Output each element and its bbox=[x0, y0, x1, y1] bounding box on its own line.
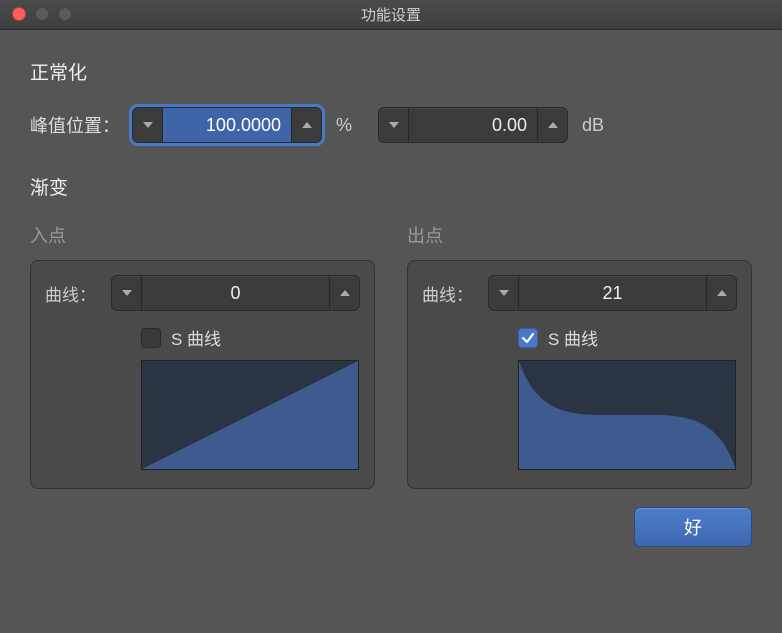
fade-out-heading: 出点 bbox=[407, 222, 752, 248]
fade-in-heading: 入点 bbox=[30, 222, 375, 248]
ok-button[interactable]: 好 bbox=[634, 507, 752, 547]
fade-out-curve-label: 曲线： bbox=[422, 281, 478, 306]
fade-out-curve-preview bbox=[518, 360, 736, 470]
fade-out-panel: 曲线： 21 bbox=[407, 260, 752, 489]
peak-row: 峰值位置： 100.0000 % 0.00 dB bbox=[30, 107, 752, 143]
close-icon[interactable] bbox=[12, 7, 26, 21]
chevron-down-icon[interactable] bbox=[489, 276, 519, 310]
fade-out-curve-stepper[interactable]: 21 bbox=[488, 275, 737, 311]
fade-in-curve-value[interactable]: 0 bbox=[142, 276, 329, 310]
db-unit: dB bbox=[580, 115, 608, 136]
fade-in-scurve-label: S 曲线 bbox=[171, 325, 221, 350]
chevron-up-icon[interactable] bbox=[706, 276, 736, 310]
peak-db-value[interactable]: 0.00 bbox=[409, 108, 537, 142]
chevron-down-icon[interactable] bbox=[112, 276, 142, 310]
window-controls bbox=[12, 7, 72, 21]
content-area: 正常化 峰值位置： 100.0000 % 0.00 bbox=[0, 30, 782, 633]
chevron-up-icon[interactable] bbox=[537, 108, 567, 142]
fade-in-panel: 曲线： 0 bbox=[30, 260, 375, 489]
chevron-down-icon[interactable] bbox=[133, 108, 163, 142]
fade-in-curve-stepper[interactable]: 0 bbox=[111, 275, 360, 311]
minimize-icon bbox=[35, 7, 49, 21]
chevron-down-icon[interactable] bbox=[379, 108, 409, 142]
peak-percent-value[interactable]: 100.0000 bbox=[163, 108, 291, 142]
window-title: 功能设置 bbox=[0, 4, 782, 25]
fade-in-column: 入点 曲线： 0 bbox=[30, 222, 375, 489]
fade-in-curve-preview bbox=[141, 360, 359, 470]
footer: 好 bbox=[30, 489, 752, 547]
zoom-icon bbox=[58, 7, 72, 21]
peak-db-stepper[interactable]: 0.00 bbox=[378, 107, 568, 143]
fade-out-column: 出点 曲线： 21 bbox=[407, 222, 752, 489]
fade-out-curve-value[interactable]: 21 bbox=[519, 276, 706, 310]
percent-unit: % bbox=[334, 115, 356, 136]
settings-window: 功能设置 正常化 峰值位置： 100.0000 % 0.00 bbox=[0, 0, 782, 633]
fade-in-scurve-checkbox[interactable] bbox=[141, 328, 161, 348]
fade-heading: 渐变 bbox=[30, 173, 752, 200]
peak-label: 峰值位置： bbox=[30, 112, 120, 138]
normalize-heading: 正常化 bbox=[30, 58, 752, 85]
chevron-up-icon[interactable] bbox=[291, 108, 321, 142]
fade-columns: 入点 曲线： 0 bbox=[30, 222, 752, 489]
peak-percent-stepper[interactable]: 100.0000 bbox=[132, 107, 322, 143]
fade-in-curve-label: 曲线： bbox=[45, 281, 101, 306]
fade-out-scurve-checkbox[interactable] bbox=[518, 328, 538, 348]
fade-out-scurve-label: S 曲线 bbox=[548, 325, 598, 350]
chevron-up-icon[interactable] bbox=[329, 276, 359, 310]
titlebar: 功能设置 bbox=[0, 0, 782, 30]
